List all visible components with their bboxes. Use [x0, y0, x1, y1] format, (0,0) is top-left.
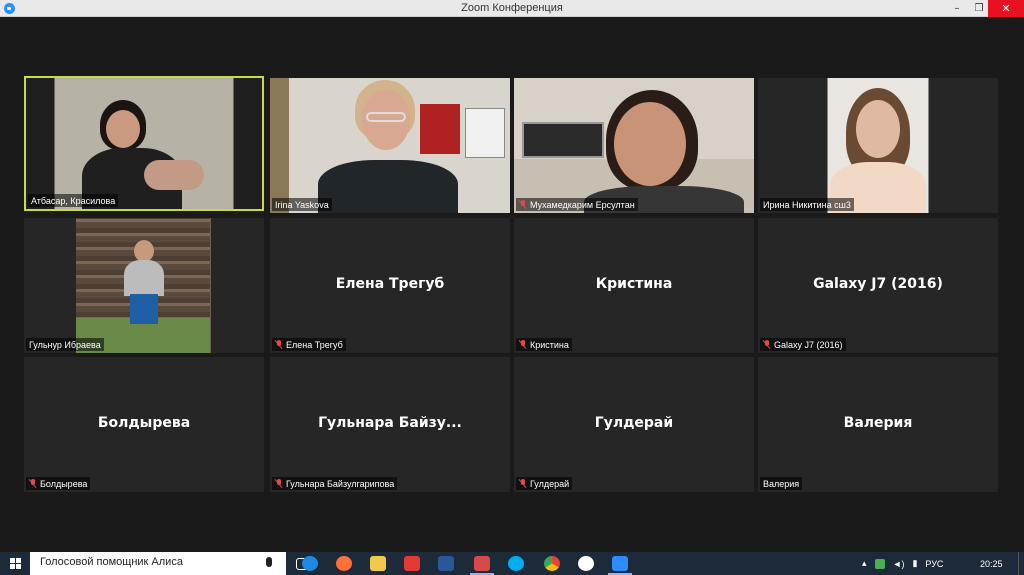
participant-name-label: Irina Yaskova [272, 198, 332, 211]
window-title: Zoom Конференция [461, 2, 563, 14]
network-icon[interactable]: ▮ [912, 558, 917, 569]
muted-mic-icon [275, 340, 283, 349]
participant-tile[interactable]: Гульнур Ибраева [24, 218, 264, 353]
windows-logo-icon [9, 558, 21, 569]
zoom-window: Zoom Конференция – ❐ ✕ Атбасар, Красилов… [0, 0, 1024, 575]
participant-display-name: Елена Трегуб [335, 276, 445, 292]
muted-mic-icon [519, 479, 527, 488]
edge-icon[interactable] [302, 556, 318, 571]
show-desktop-button[interactable] [1018, 552, 1024, 575]
start-button[interactable] [0, 552, 30, 575]
zoom-icon[interactable] [608, 556, 632, 575]
participant-name-label: Гулдерай [516, 477, 573, 490]
minimize-icon: – [954, 3, 960, 14]
participant-name-label: Гульнара Байзулгарипова [272, 477, 398, 490]
chrome-icon[interactable] [544, 556, 560, 571]
close-button[interactable]: ✕ [988, 0, 1024, 17]
participant-video [24, 218, 264, 353]
participant-video [26, 78, 262, 209]
participant-tile[interactable]: Елена Трегуб Елена Трегуб [270, 218, 510, 353]
restore-icon: ❐ [974, 3, 984, 14]
language-indicator[interactable]: РУС [925, 559, 943, 569]
yandex-icon[interactable] [404, 556, 420, 571]
participant-video [758, 78, 998, 213]
participant-video [270, 78, 510, 213]
close-icon: ✕ [1001, 2, 1011, 15]
clock[interactable]: 20:25 [980, 552, 1003, 575]
yandex-browser-icon[interactable] [578, 556, 594, 571]
participant-display-name: Кристина [595, 276, 673, 292]
participant-name-label: Валерия [760, 477, 803, 490]
participant-name-label: Атбасар, Красилова [28, 194, 119, 207]
participant-display-name: Гульнара Байзу... [318, 415, 462, 431]
calendar-icon[interactable] [470, 556, 494, 575]
word-icon[interactable] [438, 556, 454, 571]
participant-tile[interactable]: Кристина Кристина [514, 218, 754, 353]
muted-mic-icon [29, 479, 37, 488]
search-placeholder: Голосовой помощник Алиса [40, 556, 183, 568]
participant-name-label: Болдырева [26, 477, 91, 490]
participant-display-name: Гулдерай [594, 415, 674, 431]
participant-display-name: Galaxy J7 (2016) [813, 276, 943, 292]
participant-tile[interactable]: Атбасар, Красилова [24, 76, 264, 211]
participant-display-name: Валерия [843, 415, 913, 431]
participant-tile[interactable]: Ирина Никитина сш3 [758, 78, 998, 213]
app-tray-icon[interactable] [874, 558, 885, 569]
participant-name-label: Елена Трегуб [272, 338, 346, 351]
skype-icon[interactable] [508, 556, 524, 571]
file-explorer-icon[interactable] [370, 556, 386, 571]
participant-name-label: Кристина [516, 338, 572, 351]
participant-name-label: Мухамедкарим Ерсултан [516, 198, 638, 211]
participant-video [514, 78, 754, 213]
participant-name-label: Ирина Никитина сш3 [760, 198, 854, 211]
tray-chevron-icon[interactable]: ▴ [862, 558, 867, 569]
microphone-icon[interactable] [266, 557, 272, 567]
muted-mic-icon [275, 479, 283, 488]
participant-tile[interactable]: Гулдерай Гулдерай [514, 357, 754, 492]
windows-taskbar: Голосовой помощник Алиса ▴ ◄) ▮ РУС 20:2… [0, 552, 1024, 575]
search-box[interactable]: Голосовой помощник Алиса [30, 552, 286, 575]
participant-tile[interactable]: Galaxy J7 (2016) Galaxy J7 (2016) [758, 218, 998, 353]
firefox-icon[interactable] [336, 556, 352, 571]
participant-name-label: Galaxy J7 (2016) [760, 338, 846, 351]
muted-mic-icon [763, 340, 771, 349]
participant-tile[interactable]: Гульнара Байзу... Гульнара Байзулгарипов… [270, 357, 510, 492]
title-bar: Zoom Конференция – ❐ ✕ [0, 0, 1024, 17]
participant-name-label: Гульнур Ибраева [26, 338, 104, 351]
muted-mic-icon [519, 200, 527, 209]
participant-display-name: Болдырева [97, 415, 191, 431]
participant-tile[interactable]: Валерия Валерия [758, 357, 998, 492]
participant-tile[interactable]: Irina Yaskova [270, 78, 510, 213]
participant-tile[interactable]: Мухамедкарим Ерсултан [514, 78, 754, 213]
muted-mic-icon [519, 340, 527, 349]
participant-tile[interactable]: Болдырева Болдырева [24, 357, 264, 492]
volume-icon[interactable]: ◄) [893, 559, 905, 569]
system-tray: ▴ ◄) ▮ РУС [862, 552, 943, 575]
